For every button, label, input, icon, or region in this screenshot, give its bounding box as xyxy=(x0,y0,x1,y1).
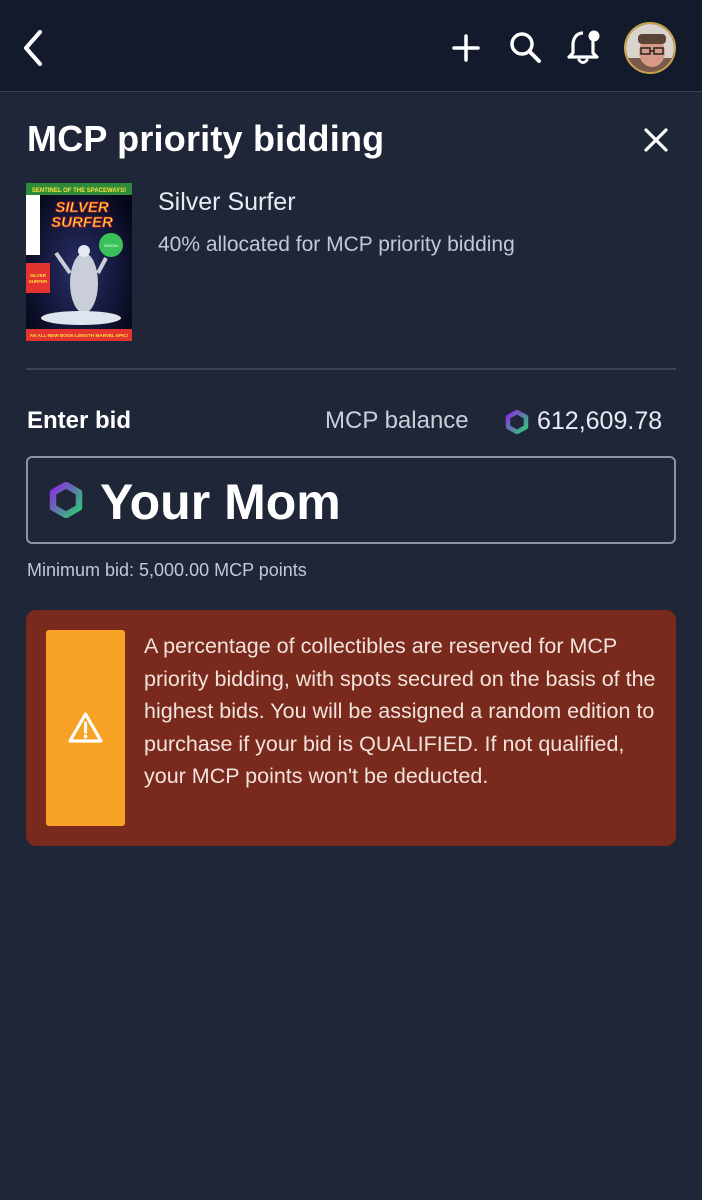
comic-cover-image: SENTINEL OF THE SPACEWAYS! SILVER SURFER… xyxy=(26,183,132,341)
svg-text:SURFER: SURFER xyxy=(51,214,113,231)
mcp-balance-value: 612,609.78 xyxy=(537,407,663,435)
bid-input-value[interactable]: Your Mom xyxy=(100,473,341,531)
enter-bid-label: Enter bid xyxy=(27,407,132,434)
mcp-coin-icon xyxy=(505,409,529,435)
plus-icon xyxy=(452,34,480,62)
bell-icon xyxy=(567,30,600,64)
avatar-image xyxy=(626,24,674,72)
collectible-name: Silver Surfer xyxy=(158,188,296,216)
chevron-left-icon xyxy=(24,30,42,66)
search-button[interactable] xyxy=(508,30,542,64)
svg-text:AN ALL-NEW BOOK-LENGTH MARVEL: AN ALL-NEW BOOK-LENGTH MARVEL EPIC! xyxy=(30,333,129,338)
minimum-bid-text: Minimum bid: 5,000.00 MCP points xyxy=(27,560,307,580)
mcp-balance-label: MCP balance xyxy=(325,407,469,434)
close-button[interactable] xyxy=(638,122,674,158)
notifications-button[interactable] xyxy=(566,28,602,66)
section-divider xyxy=(26,368,676,370)
svg-text:ORIGIN: ORIGIN xyxy=(104,243,118,248)
back-button[interactable] xyxy=(18,28,52,68)
add-button[interactable] xyxy=(450,32,482,64)
user-avatar[interactable] xyxy=(624,22,676,74)
svg-text:SENTINEL OF THE SPACEWAYS!: SENTINEL OF THE SPACEWAYS! xyxy=(32,188,126,194)
close-icon xyxy=(644,128,668,152)
svg-text:SURFER: SURFER xyxy=(29,279,48,284)
modal-title: MCP priority bidding xyxy=(27,118,385,159)
svg-text:SILVER: SILVER xyxy=(30,273,47,278)
warning-icon xyxy=(68,712,103,743)
bid-input-field[interactable]: Your Mom xyxy=(26,456,676,544)
priority-bidding-notice: A percentage of collectibles are reserve… xyxy=(26,610,676,846)
top-navigation-bar xyxy=(0,0,702,92)
allocation-text: 40% allocated for MCP priority bidding xyxy=(158,233,515,256)
search-icon xyxy=(510,32,541,63)
notice-text: A percentage of collectibles are reserve… xyxy=(144,634,656,789)
mcp-coin-icon xyxy=(48,481,84,519)
warning-badge xyxy=(46,630,125,826)
